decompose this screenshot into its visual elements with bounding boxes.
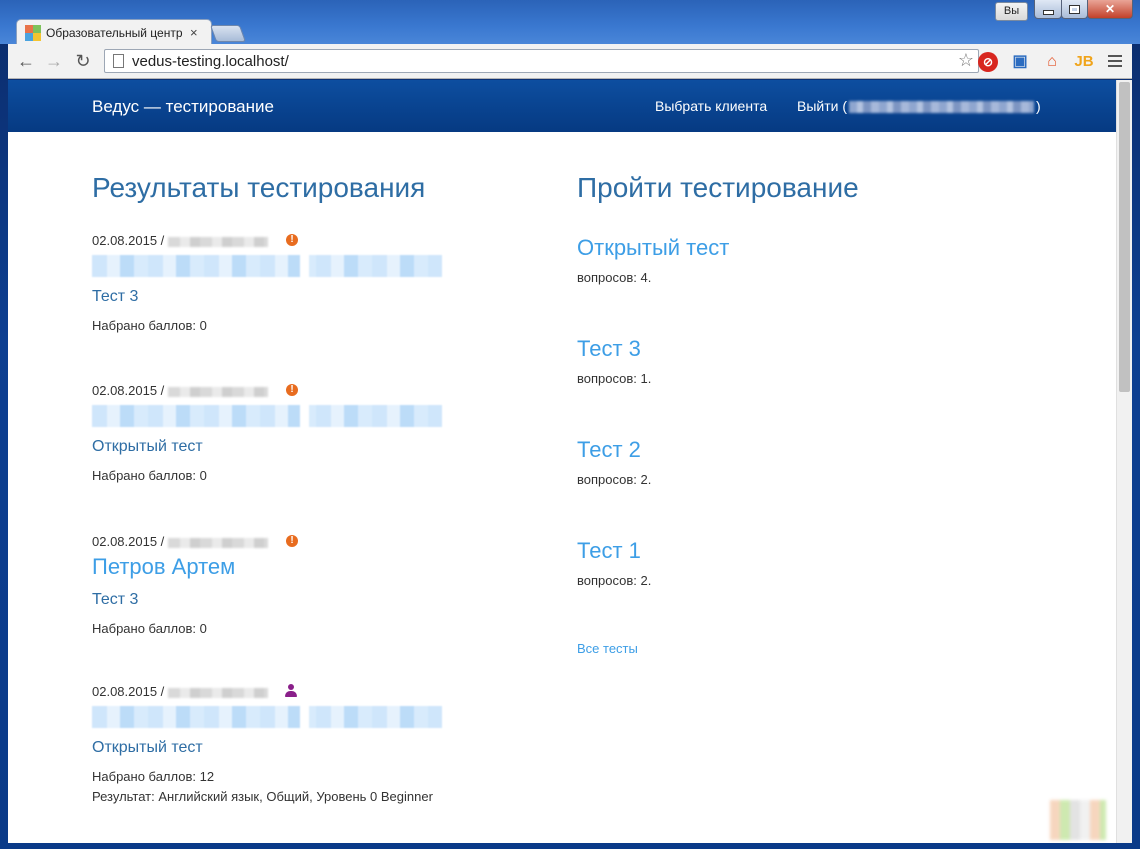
redacted-name[interactable] <box>92 255 442 277</box>
warning-icon: ! <box>286 384 298 396</box>
result-meta: 02.08.2015 / ! <box>92 382 552 400</box>
redacted-name[interactable] <box>92 706 442 728</box>
result-item: 02.08.2015 / ! Открытый тест Набрано бал… <box>92 382 552 485</box>
test-question-count: вопросов: 2. <box>577 573 652 588</box>
result-meta: 02.08.2015 / ! <box>92 232 552 250</box>
result-summary: Результат: Английский язык, Общий, Урове… <box>92 789 433 804</box>
choose-client-link[interactable]: Выбрать клиента <box>655 98 767 114</box>
bookmark-star-icon[interactable]: ☆ <box>958 50 974 71</box>
maximize-button[interactable] <box>1061 0 1088 19</box>
maximize-icon <box>1069 4 1080 14</box>
tab-title: Образовательный центр <box>46 25 183 40</box>
back-button[interactable]: ← <box>16 51 36 71</box>
logout-link[interactable]: Выйти () <box>797 98 1041 114</box>
adblock-extension-icon[interactable]: ⊘ <box>978 52 998 72</box>
browser-window: Вы ✕ Образовательный центр × ← → ↻ vedus… <box>0 0 1140 849</box>
browser-tab[interactable]: Образовательный центр × <box>16 19 212 45</box>
redacted-field <box>168 537 269 548</box>
forward-button[interactable]: → <box>44 51 64 71</box>
result-person-name[interactable]: Петров Артем <box>92 554 552 580</box>
page-scrollbar[interactable] <box>1116 80 1132 843</box>
logout-suffix: ) <box>1036 98 1041 114</box>
warning-icon: ! <box>286 234 298 246</box>
redacted-field <box>168 236 269 247</box>
tab-close-icon[interactable]: × <box>190 25 198 40</box>
result-score: Набрано баллов: 0 <box>92 621 207 636</box>
title-bar: Вы ✕ Образовательный центр × <box>0 0 1140 45</box>
reload-button[interactable]: ↻ <box>73 51 93 71</box>
redacted-field <box>168 386 269 397</box>
result-test-link[interactable]: Открытый тест <box>92 437 552 457</box>
redacted-name[interactable] <box>92 405 442 427</box>
address-bar[interactable]: vedus-testing.localhost/ ☆ <box>104 49 979 73</box>
page-icon <box>113 54 124 68</box>
site-brand[interactable]: Ведус — тестирование <box>92 97 274 117</box>
test-title-link[interactable]: Открытый тест <box>577 234 1037 262</box>
profile-button[interactable]: Вы <box>995 2 1028 21</box>
test-question-count: вопросов: 4. <box>577 270 652 285</box>
result-item: 02.08.2015 / Открытый тест Набрано балло… <box>92 683 552 806</box>
folder-extension-icon[interactable]: ▣ <box>1010 52 1030 72</box>
result-date: 02.08.2015 / <box>92 534 165 549</box>
test-question-count: вопросов: 2. <box>577 472 652 487</box>
result-test-link[interactable]: Тест 3 <box>92 287 552 307</box>
tests-title: Пройти тестирование <box>577 172 859 203</box>
scrollbar-thumb[interactable] <box>1119 82 1130 392</box>
test-question-count: вопросов: 1. <box>577 371 652 386</box>
url-text: vedus-testing.localhost/ <box>132 53 289 70</box>
close-icon: ✕ <box>1104 2 1116 16</box>
close-window-button[interactable]: ✕ <box>1087 0 1133 19</box>
favicon-icon <box>25 24 41 41</box>
home-extension-icon[interactable]: ⌂ <box>1042 52 1062 72</box>
result-meta: 02.08.2015 / <box>92 683 552 701</box>
test-title-link[interactable]: Тест 3 <box>577 335 1037 363</box>
test-item: Открытый тест вопросов: 4. <box>577 234 1037 285</box>
result-test-link[interactable]: Тест 3 <box>92 590 552 610</box>
result-score: Набрано баллов: 12 <box>92 769 215 784</box>
result-score: Набрано баллов: 0 <box>92 468 207 483</box>
result-date: 02.08.2015 / <box>92 684 165 699</box>
test-title-link[interactable]: Тест 2 <box>577 436 1037 464</box>
page-viewport: Ведус — тестирование Выбрать клиента Вый… <box>8 80 1132 843</box>
main-content: Результаты тестирования 02.08.2015 / ! Т… <box>8 132 1116 843</box>
test-item: Тест 2 вопросов: 2. <box>577 436 1037 487</box>
minimize-button[interactable] <box>1034 0 1062 19</box>
test-item: Тест 3 вопросов: 1. <box>577 335 1037 386</box>
result-item: 02.08.2015 / ! Петров Артем Тест 3 Набра… <box>92 533 552 638</box>
jetbrains-extension-icon[interactable]: JB <box>1074 52 1094 72</box>
taskbar-tray-redacted <box>1050 800 1106 840</box>
result-test-link[interactable]: Открытый тест <box>92 738 552 758</box>
test-item: Тест 1 вопросов: 2. <box>577 537 1037 588</box>
user-name-redacted <box>849 101 1035 114</box>
new-tab-button[interactable] <box>209 25 247 42</box>
all-tests-link[interactable]: Все тесты <box>577 641 638 656</box>
site-navbar: Ведус — тестирование Выбрать клиента Вый… <box>8 80 1116 132</box>
results-title: Результаты тестирования <box>92 172 426 203</box>
result-meta: 02.08.2015 / ! <box>92 533 552 551</box>
result-date: 02.08.2015 / <box>92 383 165 398</box>
warning-icon: ! <box>286 535 298 547</box>
browser-toolbar: ← → ↻ vedus-testing.localhost/ ☆ ⊘ ▣ ⌂ J… <box>8 44 1132 79</box>
result-score: Набрано баллов: 0 <box>92 318 207 333</box>
result-item: 02.08.2015 / ! Тест 3 Набрано баллов: 0 <box>92 232 552 335</box>
redacted-field <box>168 687 269 698</box>
minimize-icon <box>1042 9 1054 15</box>
result-date: 02.08.2015 / <box>92 233 165 248</box>
test-title-link[interactable]: Тест 1 <box>577 537 1037 565</box>
logout-prefix: Выйти ( <box>797 98 848 114</box>
menu-icon[interactable] <box>1108 52 1122 70</box>
user-icon <box>285 684 297 698</box>
